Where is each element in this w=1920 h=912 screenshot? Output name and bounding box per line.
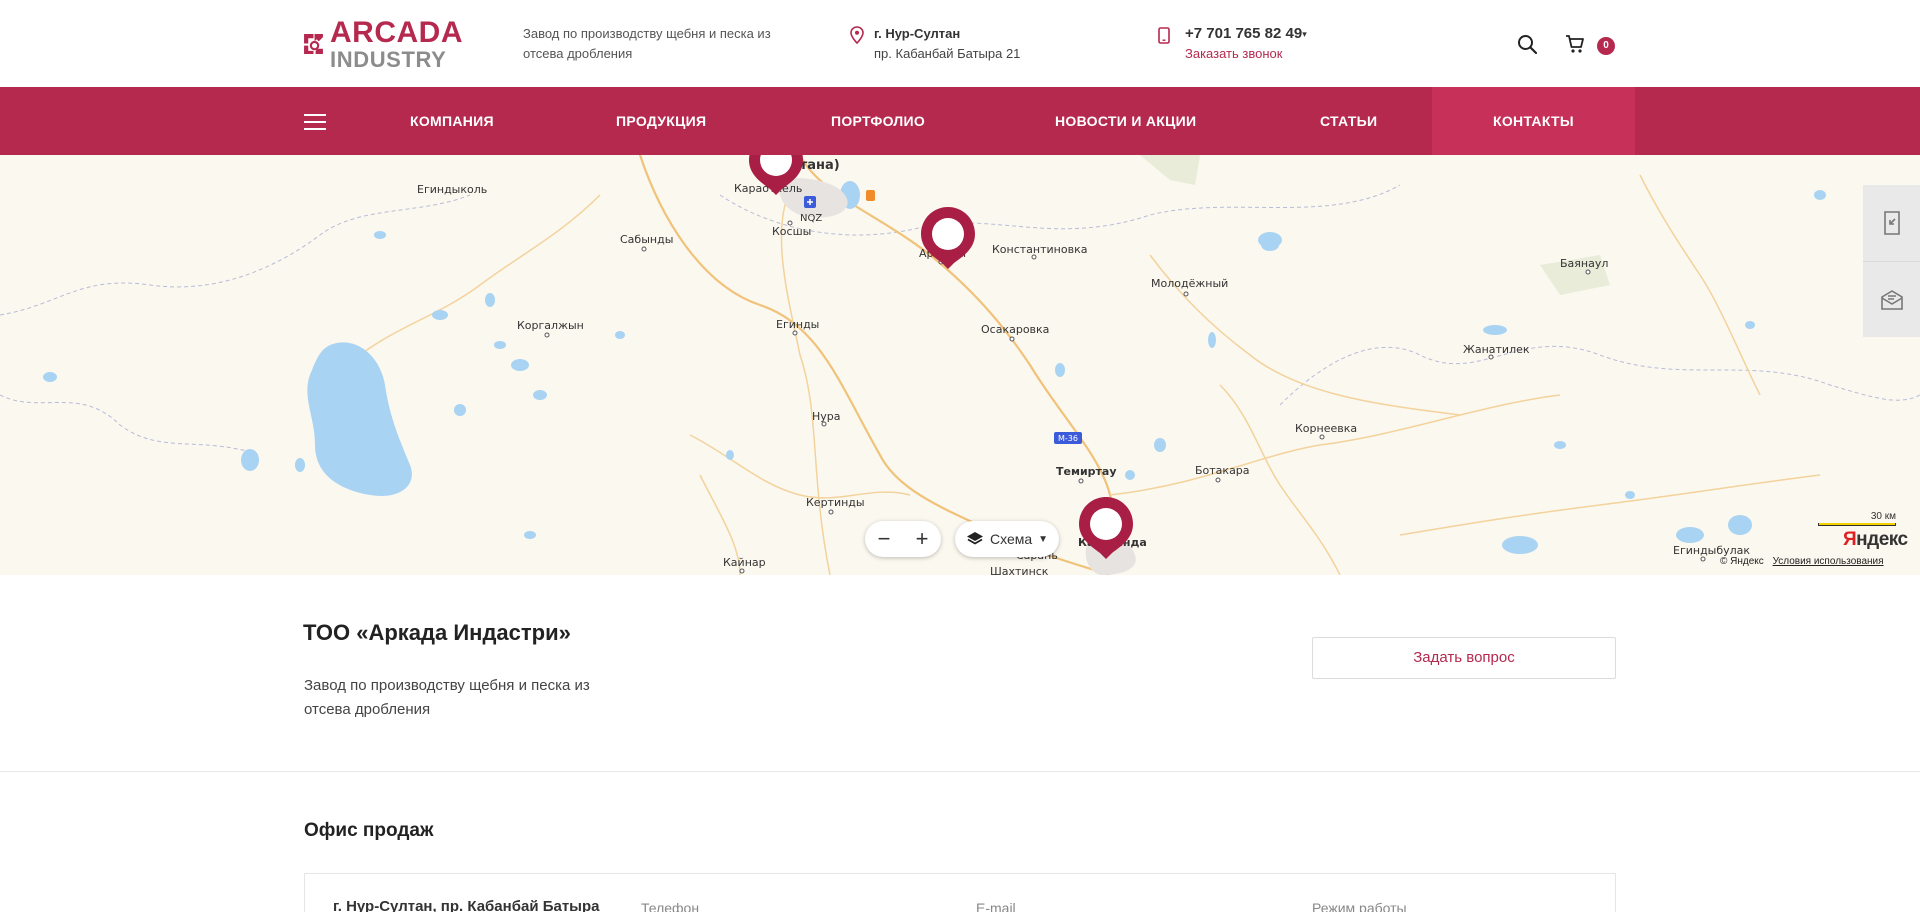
site-header: ARCADA INDUSTRY Завод по производству ще… — [0, 0, 1920, 87]
nav-item-company[interactable]: Компания — [410, 87, 494, 155]
map-copyright: © Яндекс Условия использования — [1720, 556, 1884, 567]
map-place: Ботакара — [1195, 464, 1250, 477]
map-place: Молодёжный — [1151, 277, 1228, 290]
header-address: г. Нур-Султан пр. Кабанбай Батыра 21 — [850, 24, 1020, 64]
ask-question-button[interactable]: Задать вопрос — [1312, 637, 1616, 679]
map-place: Осакаровка — [981, 323, 1049, 336]
map-layer-switcher[interactable]: Схема ▼ — [955, 521, 1059, 557]
map-zoom-control: − + — [865, 521, 941, 557]
terms-link[interactable]: Условия использования — [1773, 556, 1884, 567]
office-phone-label: Телефон — [641, 900, 700, 912]
map-place: Корнеевка — [1295, 422, 1357, 435]
map-side-button[interactable] — [1863, 261, 1920, 337]
nav-item-portfolio[interactable]: Портфолио — [831, 87, 925, 155]
chevron-down-icon: ▼ — [1038, 533, 1049, 545]
main-nav: Компания Продукция Портфолио Новости и а… — [0, 87, 1920, 155]
map-base: NQZ М-36 (Астана) Егиндыколь Караоткель … — [0, 155, 1920, 575]
map-place: Константиновка — [992, 243, 1087, 256]
logo[interactable]: ARCADA INDUSTRY — [303, 17, 463, 70]
office-address: г. Нур-Султан, пр. Кабанбай Батыра — [333, 898, 600, 912]
nav-item-products[interactable]: Продукция — [616, 87, 706, 155]
office-title: Офис продаж — [304, 820, 434, 841]
company-title: ТОО «Аркада Индастри» — [303, 620, 571, 645]
logo-line1: ARCADA — [330, 15, 463, 49]
map-place: Косшы — [772, 225, 811, 238]
callback-link[interactable]: Заказать звонок — [1185, 44, 1307, 64]
map-place: Сабынды — [620, 233, 673, 246]
nav-item-contacts[interactable]: Контакты — [1432, 87, 1635, 155]
map-place: Темиртау — [1056, 465, 1117, 478]
office-card: г. Нур-Султан, пр. Кабанбай Батыра Телеф… — [304, 873, 1616, 912]
map-scale: 30 км — [1818, 511, 1896, 526]
office-email-label: E-mail — [976, 900, 1016, 912]
map-place: Шахтинск — [990, 565, 1049, 575]
map-airport-label: NQZ — [800, 213, 822, 224]
layers-icon — [967, 532, 983, 545]
map-place: Нура — [812, 410, 841, 423]
map-road-label: М-36 — [1058, 434, 1078, 443]
map-place: Кайнар — [723, 556, 766, 569]
map-place: Кертинды — [806, 496, 865, 509]
company-description: Завод по производству щебня и песка из о… — [304, 677, 590, 718]
phone-icon — [1158, 27, 1170, 44]
layer-label: Схема — [990, 531, 1033, 547]
map-place: Коргалжын — [517, 319, 584, 332]
search-icon[interactable] — [1517, 34, 1537, 54]
zoom-out-button[interactable]: − — [865, 521, 903, 557]
map-side-button[interactable] — [1863, 185, 1920, 261]
nav-item-news[interactable]: Новости и акции — [1055, 87, 1196, 155]
yandex-map[interactable]: NQZ М-36 (Астана) Егиндыколь Караоткель … — [0, 155, 1920, 575]
header-phone-block: +7 701 765 82 49▾ Заказать звонок — [1158, 24, 1307, 64]
menu-burger-icon[interactable] — [304, 114, 326, 130]
map-side-panel — [1863, 185, 1920, 337]
mail-icon — [1880, 289, 1903, 310]
yandex-logo[interactable]: Яндекс — [1843, 529, 1908, 551]
address-city: г. Нур-Султан — [874, 26, 961, 41]
logo-mark-icon — [304, 34, 323, 54]
zoom-in-button[interactable]: + — [903, 521, 941, 557]
map-place: Баянаул — [1560, 257, 1608, 270]
office-hours-label: Режим работы — [1312, 900, 1407, 912]
location-pin-icon — [850, 26, 864, 44]
cart-count-badge: 0 — [1597, 37, 1615, 55]
logo-line2: INDUSTRY — [330, 46, 447, 72]
nav-item-articles[interactable]: Статьи — [1320, 87, 1377, 155]
header-tagline: Завод по производству щебня и песка из о… — [523, 26, 771, 61]
map-place: Егиндыколь — [417, 183, 487, 196]
cart-icon[interactable] — [1565, 34, 1585, 54]
section-divider — [0, 771, 1920, 772]
address-street: пр. Кабанбай Батыра 21 — [874, 46, 1021, 61]
phone-number[interactable]: +7 701 765 82 49▾ — [1185, 24, 1307, 44]
phone-dropdown-icon[interactable]: ▾ — [1302, 29, 1307, 39]
document-download-icon — [1883, 211, 1900, 235]
map-place: Жанатилек — [1463, 343, 1530, 356]
map-place: Егинды — [776, 318, 819, 331]
